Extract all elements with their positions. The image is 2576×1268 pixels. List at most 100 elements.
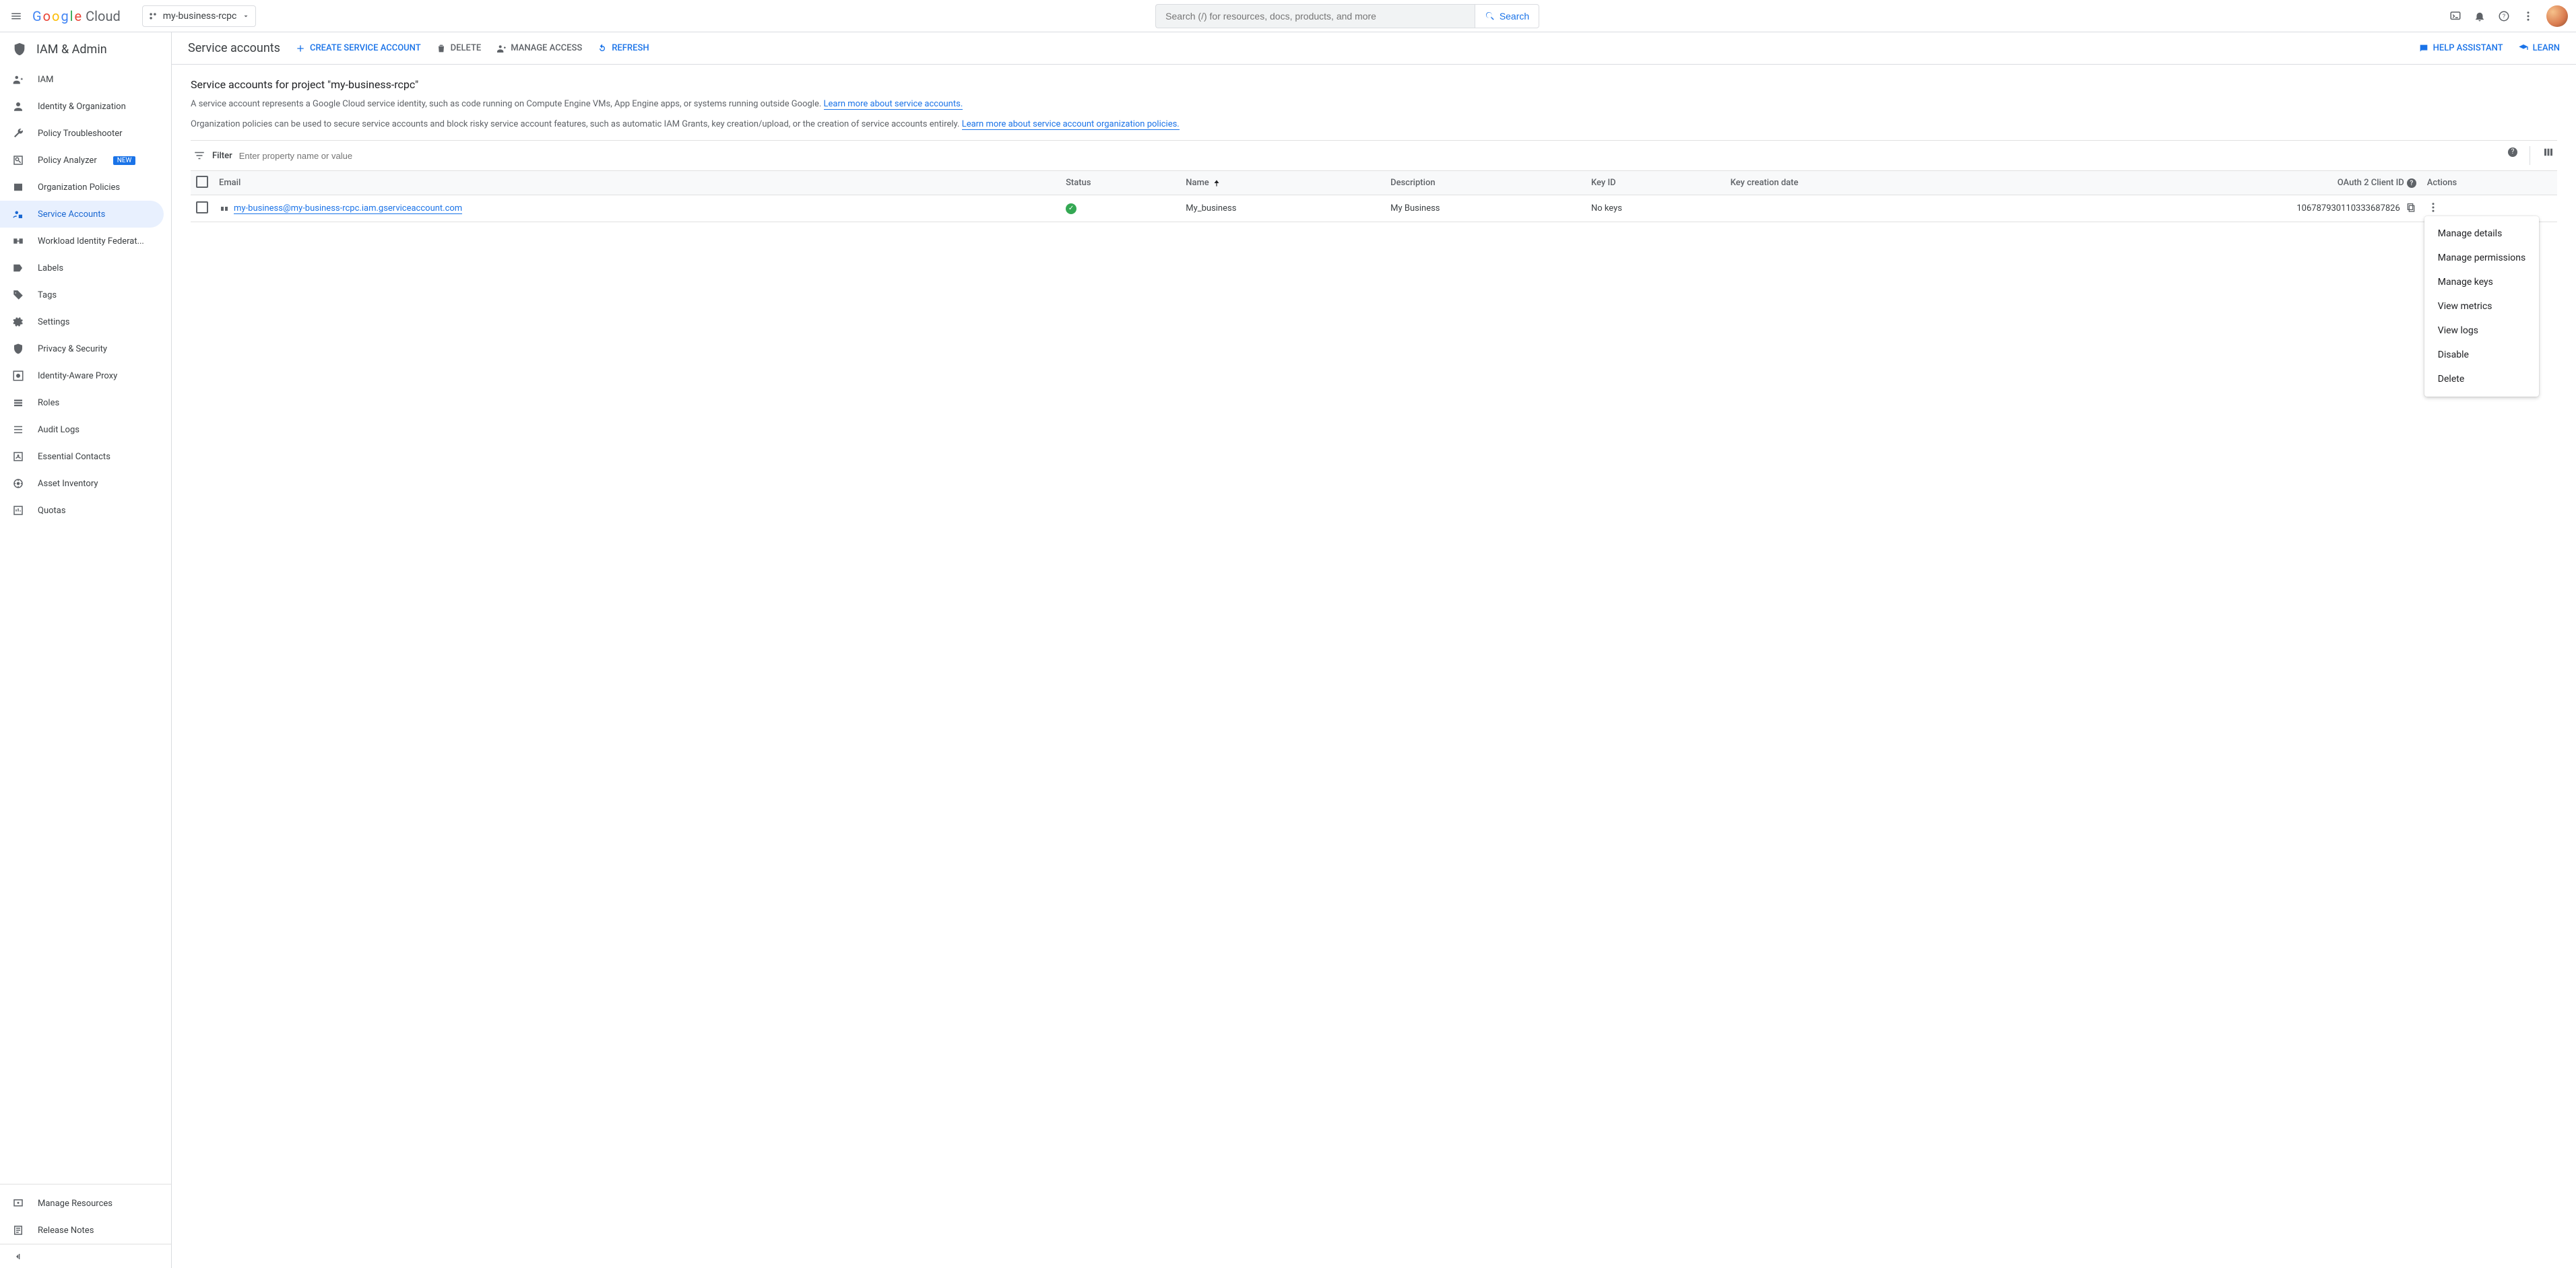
filter-help-icon[interactable]: ?	[2505, 146, 2517, 165]
filter-icon	[193, 149, 205, 162]
col-actions: Actions	[2422, 171, 2557, 195]
sidebar-item-identity-organization[interactable]: Identity & Organization	[0, 93, 164, 120]
desc-1: A service account represents a Google Cl…	[191, 98, 2557, 111]
col-keyid[interactable]: Key ID	[1586, 171, 1725, 195]
notifications-icon[interactable]	[2474, 10, 2486, 22]
row-checkbox[interactable]	[196, 201, 208, 213]
nav-label: Audit Logs	[38, 425, 79, 435]
refresh-button[interactable]: REFRESH	[597, 43, 649, 54]
quota-icon	[12, 504, 26, 516]
sidebar-item-asset-inventory[interactable]: Asset Inventory	[0, 470, 164, 497]
sidebar-item-tags[interactable]: Tags	[0, 281, 164, 308]
desc-2: Organization policies can be used to sec…	[191, 118, 2557, 131]
sidebar: IAM & Admin IAMIdentity & OrganizationPo…	[0, 32, 172, 1268]
page-title: Service accounts	[188, 41, 280, 55]
row-actions-icon[interactable]	[2427, 201, 2439, 213]
menu-item-view-logs[interactable]: View logs	[2424, 319, 2539, 343]
top-bar: Google Cloud my-business-rcpc Search ?	[0, 0, 2576, 32]
audit-icon	[12, 424, 26, 436]
project-picker[interactable]: my-business-rcpc	[142, 5, 257, 27]
sidebar-item-service-accounts[interactable]: Service Accounts	[0, 201, 164, 228]
nav-label: Policy Troubleshooter	[38, 129, 123, 139]
nav-label: Identity & Organization	[38, 102, 126, 112]
sidebar-item-essential-contacts[interactable]: Essential Contacts	[0, 443, 164, 470]
nav-label: IAM	[38, 75, 53, 85]
copy-icon[interactable]	[2406, 202, 2416, 215]
sidebar-item-roles[interactable]: Roles	[0, 389, 164, 416]
sidebar-item-manage-resources[interactable]: Manage Resources	[0, 1190, 164, 1217]
col-email[interactable]: Email	[214, 171, 1060, 195]
sidebar-item-identity-aware-proxy[interactable]: Identity-Aware Proxy	[0, 362, 164, 389]
menu-item-delete[interactable]: Delete	[2424, 367, 2539, 391]
nav-label: Organization Policies	[38, 182, 120, 193]
table-row: my-business@my-business-rcpc.iam.gservic…	[191, 195, 2557, 222]
sidebar-item-workload-identity-federat-[interactable]: Workload Identity Federat...	[0, 228, 164, 255]
sidebar-item-release-notes[interactable]: Release Notes	[0, 1217, 164, 1244]
select-all-checkbox[interactable]	[196, 176, 208, 188]
main-content: Service accounts CREATE SERVICE ACCOUNT …	[172, 32, 2576, 1268]
tag-icon	[12, 289, 26, 301]
user-avatar[interactable]	[2546, 5, 2568, 27]
delete-button[interactable]: DELETE	[436, 43, 482, 54]
menu-item-manage-details[interactable]: Manage details	[2424, 222, 2539, 246]
learn-org-link[interactable]: Learn more about service account organiz…	[962, 119, 1180, 130]
col-status[interactable]: Status	[1060, 171, 1180, 195]
settings-icon	[12, 316, 26, 328]
menu-item-disable[interactable]: Disable	[2424, 343, 2539, 367]
search-input[interactable]	[1155, 4, 1475, 28]
menu-item-view-metrics[interactable]: View metrics	[2424, 294, 2539, 319]
nav-menu-icon[interactable]	[8, 8, 24, 24]
chevron-left-icon	[12, 1251, 23, 1262]
col-oauth[interactable]: OAuth 2 Client ID?	[1987, 171, 2422, 195]
sidebar-item-organization-policies[interactable]: Organization Policies	[0, 174, 164, 201]
oauth-help-icon[interactable]: ?	[2407, 178, 2416, 188]
learn-button[interactable]: LEARN	[2518, 43, 2560, 54]
col-name[interactable]: Name	[1180, 171, 1385, 195]
asset-icon	[12, 477, 26, 490]
cloud-shell-icon[interactable]	[2449, 10, 2461, 22]
nav-label: Privacy & Security	[38, 344, 107, 354]
menu-item-manage-keys[interactable]: Manage keys	[2424, 270, 2539, 294]
column-display-icon[interactable]	[2542, 146, 2554, 165]
search-button[interactable]: Search	[1475, 4, 1539, 28]
learn-icon	[2518, 43, 2529, 54]
search-icon	[1485, 11, 1495, 22]
help-assistant-button[interactable]: HELP ASSISTANT	[2418, 43, 2503, 54]
col-description[interactable]: Description	[1385, 171, 1586, 195]
sidebar-item-quotas[interactable]: Quotas	[0, 497, 164, 524]
menu-item-manage-permissions[interactable]: Manage permissions	[2424, 246, 2539, 270]
manage-access-button[interactable]: MANAGE ACCESS	[496, 43, 582, 54]
nav-label: Release Notes	[38, 1226, 94, 1236]
collapse-sidebar[interactable]	[0, 1244, 171, 1268]
iap-icon	[12, 370, 26, 382]
sa-email-link[interactable]: my-business@my-business-rcpc.iam.gservic…	[234, 203, 462, 214]
nav-label: Policy Analyzer	[38, 156, 97, 166]
contacts-icon	[12, 451, 26, 463]
more-icon[interactable]	[2522, 10, 2534, 22]
sidebar-item-policy-analyzer[interactable]: Policy AnalyzerNEW	[0, 147, 164, 174]
nav-label: Manage Resources	[38, 1199, 112, 1209]
svg-text:?: ?	[2503, 13, 2505, 20]
nav-label: Roles	[38, 398, 59, 408]
project-name: my-business-rcpc	[163, 11, 237, 22]
filter-input[interactable]	[239, 151, 2499, 161]
nav-label: Tags	[38, 290, 57, 300]
oauth-id: 106787930110333687826	[2296, 203, 2400, 213]
help-icon[interactable]: ?	[2498, 10, 2510, 22]
sidebar-item-audit-logs[interactable]: Audit Logs	[0, 416, 164, 443]
sidebar-item-labels[interactable]: Labels	[0, 255, 164, 281]
learn-sa-link[interactable]: Learn more about service accounts.	[824, 99, 963, 110]
create-service-account-button[interactable]: CREATE SERVICE ACCOUNT	[295, 43, 421, 54]
chat-icon	[2418, 43, 2429, 54]
sidebar-item-policy-troubleshooter[interactable]: Policy Troubleshooter	[0, 120, 164, 147]
sidebar-item-iam[interactable]: IAM	[0, 66, 164, 93]
refresh-icon	[597, 43, 608, 54]
service-accounts-table: Email Status Name Description Key ID Key…	[191, 170, 2557, 222]
google-cloud-logo[interactable]: Google Cloud	[32, 8, 121, 24]
nav-label: Labels	[38, 263, 63, 273]
col-keydate[interactable]: Key creation date	[1725, 171, 1987, 195]
sidebar-item-settings[interactable]: Settings	[0, 308, 164, 335]
release-icon	[12, 1224, 26, 1236]
plus-icon	[295, 43, 306, 54]
sidebar-item-privacy-security[interactable]: Privacy & Security	[0, 335, 164, 362]
